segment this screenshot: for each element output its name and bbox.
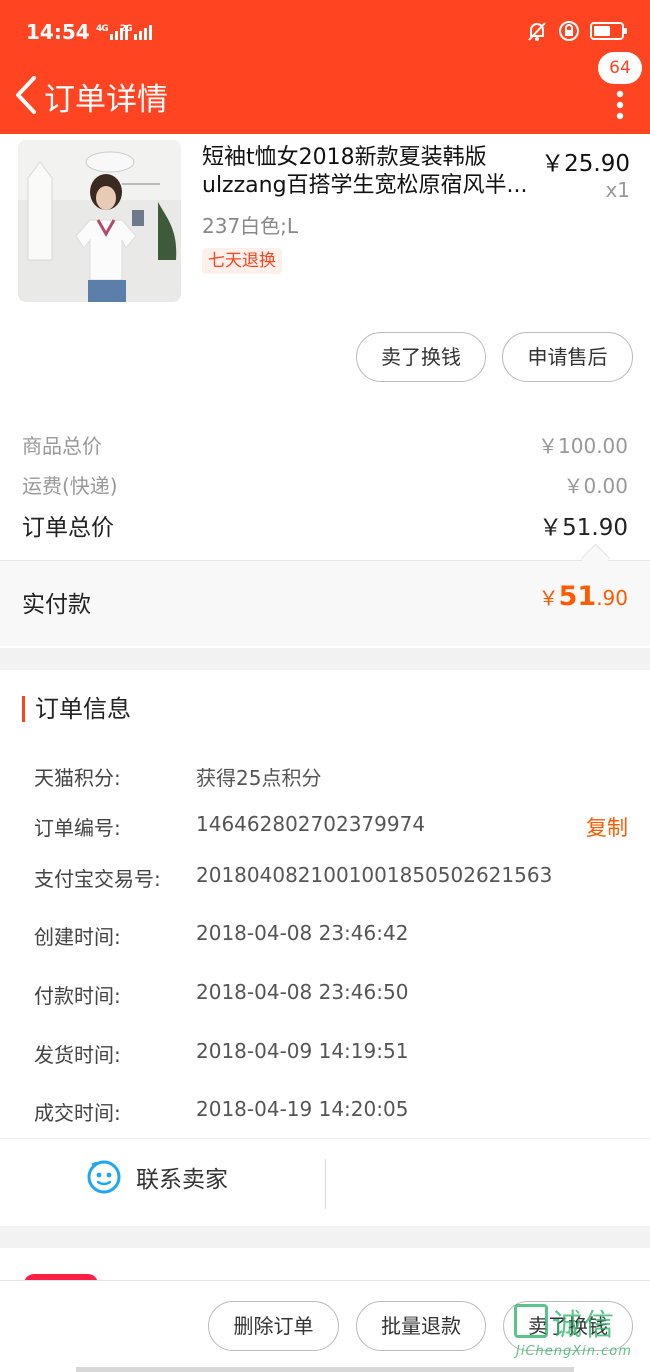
info-row-created-time: 创建时间: 2018-04-08 23:46:42 (34, 921, 628, 951)
product-image[interactable] (18, 140, 181, 302)
info-label: 天猫积分: (34, 766, 121, 790)
info-row-shipped-time: 发货时间: 2018-04-09 14:19:51 (34, 1039, 628, 1069)
info-value: 2018-04-08 23:46:50 (196, 980, 409, 1004)
batch-refund-button[interactable]: 批量退款 (356, 1301, 486, 1351)
status-icons (526, 20, 627, 42)
bell-muted-icon (528, 22, 546, 41)
contact-bar: 联系卖家 (0, 1138, 650, 1226)
more-vertical-icon[interactable] (616, 88, 624, 122)
price-summary: 商品总价 ￥100.00 运费(快递) ￥0.00 订单总价 ￥51.90 实付… (0, 404, 650, 648)
info-row-paid-time: 付款时间: 2018-04-08 23:46:50 (34, 980, 628, 1010)
lock-rotation-icon (559, 21, 579, 41)
info-value: 2018040821001001850502621563 (196, 863, 553, 887)
status-time: 14:54 (26, 20, 90, 44)
chat-face-icon (87, 1160, 121, 1194)
back-arrow-icon[interactable] (8, 72, 44, 118)
signal-2g-icon: 2G (120, 24, 154, 43)
delete-order-button[interactable]: 删除订单 (208, 1301, 339, 1351)
goods-total-value: ￥100.00 (538, 434, 628, 458)
shipping-value: ￥0.00 (563, 474, 628, 498)
product-quantity: x1 (605, 178, 630, 202)
info-label: 发货时间: (34, 1043, 121, 1067)
site-watermark: 诚信 JiChengXin.com (514, 1300, 646, 1364)
info-label: 付款时间: (34, 984, 121, 1008)
sell-for-cash-button[interactable]: 卖了换钱 (356, 332, 486, 382)
order-total-row: 订单总价 ￥51.90 (22, 508, 628, 542)
page-title: 订单详情 (44, 82, 168, 118)
info-label: 创建时间: (34, 925, 121, 949)
shipping-row: 运费(快递) ￥0.00 (22, 470, 628, 499)
info-value: 2018-04-09 14:19:51 (196, 1039, 409, 1063)
bottom-action-bar: 删除订单 批量退款 卖了换钱 诚信 JiChengXin.com (0, 1280, 650, 1372)
home-indicator (76, 1367, 574, 1372)
info-row-order-number: 订单编号: 146462802702379974 复制 (34, 812, 628, 842)
info-row-alipay-trade-no: 支付宝交易号: 2018040821001001850502621563 (34, 863, 628, 893)
order-info-title: 订单信息 (22, 696, 131, 722)
vertical-divider (325, 1159, 326, 1209)
info-label: 成交时间: (34, 1101, 121, 1125)
copy-order-number-button[interactable]: 复制 (586, 812, 628, 842)
info-value: 146462802702379974 (196, 812, 426, 836)
order-total-label: 订单总价 (22, 515, 114, 541)
app-header: 14:54 4G 2G 订单详情 64 (0, 0, 650, 134)
goods-total-label: 商品总价 (22, 434, 102, 458)
apply-aftersale-button[interactable]: 申请售后 (502, 332, 633, 382)
amount-paid-value: ￥51.90 (538, 581, 628, 612)
amount-paid-label: 实付款 (22, 592, 91, 618)
goods-total-row: 商品总价 ￥100.00 (22, 430, 628, 459)
info-value: 2018-04-19 14:20:05 (196, 1097, 409, 1121)
contact-seller-label: 联系卖家 (136, 1167, 228, 1193)
info-row-completed-time: 成交时间: 2018-04-19 14:20:05 (34, 1097, 628, 1127)
info-value: 获得25点积分 (196, 766, 322, 790)
message-count-badge[interactable]: 64 (598, 52, 642, 84)
info-value: 2018-04-08 23:46:42 (196, 921, 409, 945)
battery-icon (590, 22, 627, 40)
product-title[interactable]: 短袖t恤女2018新款夏装韩版ulzzang百搭学生宽松原宿风半... (202, 144, 542, 200)
return-policy-tag: 七天退换 (202, 248, 282, 274)
product-card[interactable]: 短袖t恤女2018新款夏装韩版ulzzang百搭学生宽松原宿风半... ￥25.… (0, 134, 650, 404)
product-price: ￥25.90 (541, 151, 630, 177)
order-total-value: ￥51.90 (539, 515, 628, 541)
amount-paid-box: 实付款 ￥51.90 (0, 560, 650, 646)
product-sku: 237白色;L (202, 214, 299, 238)
status-bar: 14:54 4G 2G (0, 0, 650, 64)
shipping-label: 运费(快递) (22, 474, 118, 498)
order-info-section: 订单信息 天猫积分: 获得25点积分 订单编号: 146462802702379… (0, 670, 650, 1226)
info-label: 支付宝交易号: (34, 867, 161, 891)
info-row-points: 天猫积分: 获得25点积分 (34, 762, 628, 792)
contact-seller-button[interactable]: 联系卖家 (86, 1159, 228, 1195)
info-label: 订单编号: (34, 816, 121, 840)
nav-bar: 订单详情 64 (0, 52, 650, 134)
watermark-logo-icon (514, 1304, 548, 1338)
